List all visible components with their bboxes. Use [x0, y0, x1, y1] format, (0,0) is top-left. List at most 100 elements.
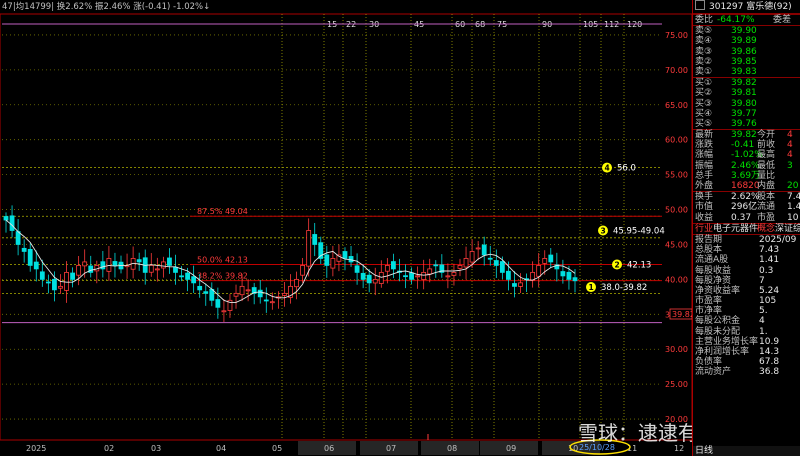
candle-body	[445, 275, 451, 278]
stat-row-cell: 振幅	[695, 160, 714, 171]
candle-body	[112, 261, 118, 266]
stat-row: 最新 39.82 今开 4	[693, 130, 800, 140]
ask-row-cell: 卖②	[695, 56, 713, 67]
annotation-label: 42.13	[627, 261, 651, 271]
fib-level-label: 87.5% 49.04	[197, 207, 248, 216]
candle-body	[58, 285, 63, 289]
candle-body	[487, 257, 493, 260]
ask-row-cell: 39.83	[731, 66, 757, 77]
fund-row: 净利润增长率 14.3	[693, 347, 800, 357]
bid-row-cell: 39.82	[731, 78, 757, 89]
stat-row-cell: 20	[787, 181, 799, 191]
fund-row-cell: 主营业务增长率	[695, 336, 759, 347]
bid-row: 买① 39.82	[693, 78, 800, 88]
candle-body	[560, 271, 566, 277]
bid-row-cell: 39.80	[731, 98, 757, 109]
candle-body	[378, 271, 384, 284]
candle-body	[21, 247, 27, 252]
fund-row: 每股未分配 1.	[693, 327, 800, 337]
x-month-label: 08	[447, 444, 457, 453]
candle-body	[354, 265, 360, 273]
y-axis: 75.00 70.00 65.00 60.00 55.00 50.00 45.00 40.00…	[665, 31, 688, 424]
candle-body	[33, 261, 39, 270]
y-tick-label: 75.00	[665, 31, 688, 40]
stat-row-cell: 16820	[731, 181, 760, 191]
candle-body	[409, 272, 414, 280]
candle-body	[403, 275, 408, 278]
watermark: 雪球：逮逮有为	[578, 421, 692, 445]
fund-row: 市净率 5.	[693, 306, 800, 316]
stat-row-cell: 4	[787, 140, 793, 151]
fund-row-cell: 市盈率	[695, 296, 723, 307]
stat-row-cell: 4	[787, 130, 793, 141]
stock-title[interactable]: 301297 富乐德(92)	[693, 0, 800, 14]
kline-chart[interactable]: 15 22 30 45 60 68 75 90 105 112 12087.5% 49.0450.0…	[0, 0, 692, 456]
stat2-row-cell: 2.62%	[731, 192, 760, 203]
candle-body	[15, 231, 21, 245]
bid-row-cell: 买④	[695, 108, 713, 119]
bid-row: 买② 39.81	[693, 88, 800, 98]
annotation-number: 1	[589, 283, 594, 292]
candle-body	[572, 277, 578, 282]
candle-body	[191, 276, 197, 284]
fund-row: 主营业务增长率 10.9	[693, 337, 800, 347]
candle-body	[9, 215, 15, 231]
stat2-row-cell: 市盈	[757, 212, 776, 223]
candle-body	[27, 248, 33, 266]
bid-row-cell: 39.77	[731, 108, 757, 119]
bid-row-cell: 39.76	[731, 118, 757, 129]
x-month-label: 04	[216, 444, 226, 453]
stat-row-cell: 今开	[757, 130, 776, 141]
fund-row-cell: 1.41	[759, 255, 780, 266]
candle-body	[518, 282, 523, 287]
fund-row-cell: 4	[759, 316, 765, 327]
candle-body	[257, 289, 263, 298]
stat-row-cell: 2.46%	[731, 160, 760, 171]
checkbox-icon[interactable]	[695, 0, 705, 10]
candle-body	[167, 257, 172, 266]
bid-row: 买⑤ 39.76	[693, 119, 800, 129]
ask-row-cell: 39.85	[731, 56, 757, 67]
y-tick-label: 50.00	[665, 206, 688, 215]
bottom-tab[interactable]: 日线	[693, 445, 800, 456]
ask-row: 卖② 39.85	[693, 57, 800, 67]
candle-body	[499, 261, 505, 273]
x-month-label: 2025	[26, 444, 46, 453]
fund-row-cell: 7	[759, 275, 765, 286]
stat2-row-cell: 股本	[757, 192, 776, 203]
industry-tabs[interactable]: 行业 电子元器件 概念 深证综	[693, 222, 800, 234]
bid-row-cell: 买①	[695, 78, 713, 89]
fund-row-cell: 36.8	[759, 367, 780, 378]
quote-panel: 301297 富乐德(92) 委比 -64.17% 委差 卖⑤ 39.90 卖④ 39…	[692, 0, 800, 456]
stat-row-cell: 总手	[695, 170, 714, 181]
stat2-row-cell: 流通	[757, 202, 776, 213]
candle-body	[173, 266, 178, 273]
candle-body	[415, 275, 421, 278]
stat-row-cell: 最高	[757, 150, 776, 161]
stats-table: 最新 39.82 今开 4 涨跌 -0.41 前收 4 涨幅 -1.02% 最高 4 振幅 2.46% 最低…	[693, 129, 800, 191]
candle-body	[221, 310, 227, 313]
candle-body	[451, 271, 457, 276]
candle-body	[160, 261, 166, 269]
stat2-row-cell: 0.37	[731, 212, 752, 223]
fund-row: 总股本 7.43	[693, 245, 800, 255]
bid-row-cell: 买⑤	[695, 118, 713, 129]
candle-body	[566, 271, 572, 280]
price-tag: 39.82	[672, 310, 692, 319]
annotation-number: 2	[615, 261, 620, 270]
weibi-row: 委比 -64.17% 委差	[693, 14, 800, 25]
candle-body	[233, 292, 239, 297]
fund-row-cell: 2025/09	[759, 234, 797, 245]
fund-row-cell: 每股净资	[695, 275, 732, 286]
stat-row: 总手 3.69万 量比	[693, 171, 800, 181]
y-tick-label: 40.00	[665, 275, 688, 284]
stat-row-cell: 3.69万	[731, 170, 761, 181]
stat2-row: 收益 0.37 市盈 10	[693, 213, 800, 223]
ask-row-cell: 卖①	[695, 66, 713, 77]
candle-body	[548, 254, 554, 263]
stat-row-cell: 内盘	[757, 181, 776, 191]
candle-body	[306, 230, 312, 267]
candle-body	[312, 234, 318, 245]
stat-row: 振幅 2.46% 最低 3	[693, 161, 800, 171]
fund-row-cell: 每股公积金	[695, 316, 741, 327]
